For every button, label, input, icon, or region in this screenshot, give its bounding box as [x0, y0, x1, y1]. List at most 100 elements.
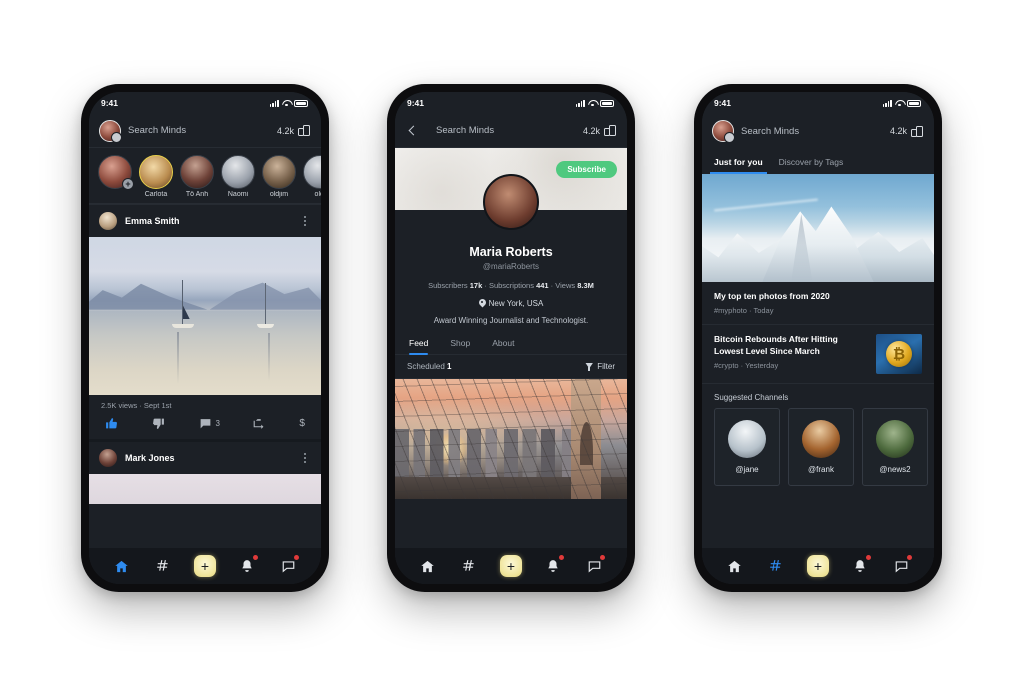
phone-mockup-1: 9:41 Search Minds 4.2k + Carlota Tô Anh … [81, 84, 329, 592]
nav-home[interactable] [416, 554, 440, 578]
bell-icon [854, 560, 865, 572]
plus-icon[interactable]: + [806, 555, 829, 577]
nav-tags[interactable] [457, 554, 481, 578]
token-balance[interactable]: 4.2k [583, 125, 617, 136]
subscriptions-label: Subscriptions [488, 281, 534, 290]
nav-compose[interactable]: + [806, 554, 830, 578]
profile-location: New York, USA [395, 299, 627, 308]
bottom-nav: + [395, 548, 627, 584]
subscribe-button[interactable]: Subscribe [556, 161, 617, 178]
avatar [876, 420, 914, 459]
story-avatar[interactable] [139, 155, 173, 189]
tip-button[interactable]: $ [299, 418, 305, 429]
story-label: Carlota [144, 191, 168, 198]
tab-feed[interactable]: Feed [409, 338, 429, 355]
remind-button[interactable] [251, 417, 268, 430]
list-item[interactable]: oldjim [262, 155, 296, 198]
notification-badge [252, 555, 258, 560]
nav-tags[interactable] [151, 554, 175, 578]
status-time: 9:41 [101, 98, 119, 108]
post-image[interactable] [395, 379, 627, 499]
story-label: oldj [314, 191, 321, 198]
tab-about[interactable]: About [492, 338, 514, 354]
list-item[interactable]: Naomi [221, 155, 255, 198]
thumb-up-button[interactable] [105, 417, 121, 430]
story-avatar[interactable]: + [98, 155, 134, 190]
list-item[interactable]: Carlota [139, 155, 173, 198]
list-item[interactable]: @frank [788, 408, 854, 487]
profile-avatar[interactable] [483, 174, 539, 230]
nav-notifications[interactable] [541, 554, 565, 578]
hero-image[interactable] [702, 174, 934, 282]
cellular-signal-icon [575, 99, 585, 107]
nav-notifications[interactable] [235, 554, 259, 578]
list-item[interactable]: My top ten photos from 2020 #myphoto · T… [702, 282, 934, 326]
feed-meta: #myphoto · Today [714, 306, 774, 316]
nav-compose[interactable]: + [193, 554, 217, 578]
plus-icon[interactable]: + [193, 555, 216, 577]
back-chevron-icon[interactable] [405, 124, 419, 138]
more-options-icon[interactable] [299, 452, 311, 464]
nav-compose[interactable]: + [499, 554, 523, 578]
token-count: 4.2k [889, 126, 907, 136]
token-balance[interactable]: 4.2k [277, 125, 311, 136]
filter-icon [585, 363, 593, 371]
nav-home[interactable] [110, 554, 134, 578]
channel-handle: @frank [808, 465, 834, 475]
profile-bio: Award Winning Journalist and Technologis… [433, 316, 589, 325]
story-avatar[interactable] [262, 155, 296, 189]
phone3-top-bar: Search Minds 4.2k [702, 114, 934, 148]
list-item[interactable]: Tô Anh [180, 155, 214, 198]
nav-tags[interactable] [764, 554, 788, 578]
tab-discover-by-tags[interactable]: Discover by Tags [779, 157, 844, 174]
hashtag-icon [770, 560, 782, 571]
avatar[interactable] [99, 449, 117, 467]
avatar[interactable] [99, 119, 122, 143]
phone-mockup-3: 9:41 Search Minds 4.2k Just for you Disc… [694, 84, 942, 592]
wifi-icon [588, 100, 597, 107]
list-item[interactable]: @jane [714, 408, 780, 487]
filter-button[interactable]: Filter [585, 362, 615, 371]
search-input[interactable]: Search Minds [741, 126, 883, 137]
nav-messages[interactable] [889, 554, 913, 578]
scheduled-info[interactable]: Scheduled 1 [407, 362, 452, 371]
thumb-down-button[interactable] [152, 417, 168, 430]
avatar[interactable] [712, 120, 735, 143]
nav-messages[interactable] [582, 554, 606, 578]
post-author[interactable]: Emma Smith [125, 216, 291, 226]
tab-shop[interactable]: Shop [450, 338, 470, 354]
nav-messages[interactable] [276, 554, 300, 578]
comment-button[interactable]: 3 [199, 417, 220, 430]
phone2-top-bar: Search Minds 4.2k [395, 114, 627, 148]
list-item[interactable]: @news2 [862, 408, 928, 487]
nav-home[interactable] [723, 554, 747, 578]
list-item[interactable]: Bitcoin Rebounds After Hitting Lowest Le… [702, 325, 934, 385]
post-image[interactable] [89, 474, 321, 504]
avatar [802, 420, 840, 459]
message-badge [600, 555, 606, 560]
search-input[interactable]: Search Minds [128, 125, 270, 136]
avatar[interactable] [99, 212, 117, 230]
plus-icon[interactable]: + [499, 555, 522, 577]
profile-handle: @mariaRoberts [482, 262, 540, 271]
list-item[interactable]: oldj [303, 155, 321, 198]
phone2-screen: 9:41 Search Minds 4.2k Subscribe Maria R… [395, 92, 627, 584]
post-image[interactable] [89, 237, 321, 395]
nav-notifications[interactable] [848, 554, 872, 578]
scheduled-row: Scheduled 1 Filter [395, 355, 627, 379]
more-options-icon[interactable] [299, 215, 311, 227]
post-author[interactable]: Mark Jones [125, 453, 291, 463]
story-avatar[interactable] [303, 155, 321, 189]
token-balance[interactable]: 4.2k [889, 125, 924, 137]
status-bar: 9:41 [395, 92, 627, 114]
list-item[interactable]: + [98, 155, 134, 198]
story-label: oldjim [269, 191, 289, 198]
tab-just-for-you[interactable]: Just for you [710, 157, 767, 174]
story-avatar[interactable] [221, 155, 255, 189]
bitcoin-coin-thumbnail [876, 334, 922, 375]
story-avatar[interactable] [180, 155, 214, 189]
stories-row[interactable]: + Carlota Tô Anh Naomi oldjim ol [89, 148, 321, 204]
post-header: Mark Jones [89, 442, 321, 474]
plus-icon[interactable]: + [122, 178, 134, 190]
search-input[interactable]: Search Minds [436, 125, 576, 136]
